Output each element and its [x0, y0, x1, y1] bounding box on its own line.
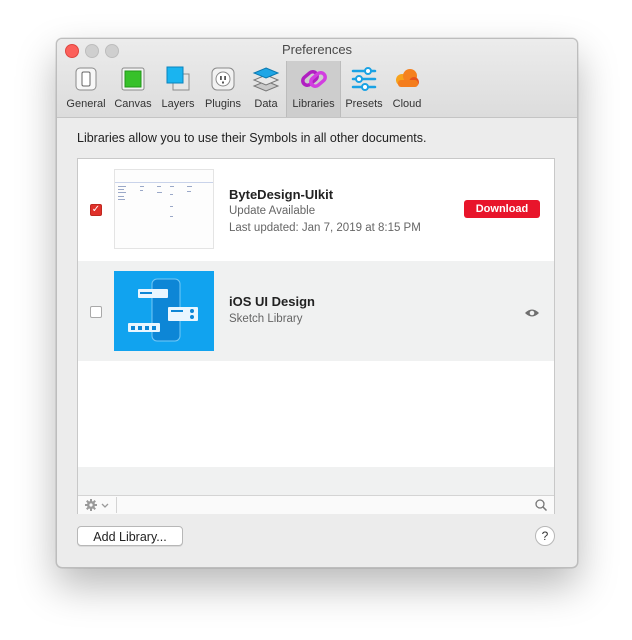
library-name: iOS UI Design: [229, 294, 315, 309]
tab-general[interactable]: General: [62, 61, 110, 117]
tab-data[interactable]: Data: [246, 61, 286, 117]
tab-plugins[interactable]: Plugins: [200, 61, 246, 117]
library-name: ByteDesign-UIkit: [229, 187, 334, 202]
window-title: Preferences: [281, 42, 353, 57]
eye-icon[interactable]: [524, 306, 540, 318]
add-library-button[interactable]: Add Library...: [77, 526, 183, 546]
library-row[interactable]: iOS UI Design Sketch Library: [78, 261, 554, 361]
canvas-icon: [119, 65, 147, 93]
tab-cloud[interactable]: Cloud: [387, 61, 427, 117]
layers-icon: [164, 65, 192, 93]
help-button[interactable]: ?: [535, 526, 555, 546]
presets-icon: [350, 65, 378, 93]
preferences-window: Preferences General Canvas Layers Plugin…: [56, 38, 578, 568]
library-status: Sketch Library: [229, 313, 303, 325]
cloud-icon: [393, 65, 421, 93]
preferences-toolbar: General Canvas Layers Plugins Data Libra…: [62, 61, 427, 117]
general-icon: [72, 65, 100, 93]
libraries-icon: [300, 65, 328, 93]
data-icon: [252, 65, 280, 93]
library-thumbnail: [114, 169, 214, 249]
library-last-updated: Last updated: Jan 7, 2019 at 8:15 PM: [229, 222, 421, 234]
libraries-description: Libraries allow you to use their Symbols…: [77, 131, 427, 145]
library-enabled-checkbox[interactable]: ✓: [90, 204, 102, 216]
libraries-list: ✓ ByteDesign-UIkit Update Available Last…: [77, 158, 555, 514]
plugins-icon: [209, 65, 237, 93]
title-bar: Preferences General Canvas Layers Plugin…: [57, 39, 577, 118]
tab-presets[interactable]: Presets: [341, 61, 387, 117]
library-status: Update Available: [229, 205, 316, 217]
list-empty-area: [78, 363, 554, 467]
list-footer-bar: [78, 495, 554, 514]
library-enabled-checkbox[interactable]: [90, 306, 102, 318]
library-thumbnail: [114, 271, 214, 351]
tab-canvas[interactable]: Canvas: [110, 61, 156, 117]
tab-libraries[interactable]: Libraries: [286, 61, 341, 117]
library-row[interactable]: ✓ ByteDesign-UIkit Update Available Last…: [78, 159, 554, 259]
tab-layers[interactable]: Layers: [156, 61, 200, 117]
search-icon[interactable]: [534, 498, 548, 512]
gear-icon[interactable]: [82, 497, 117, 513]
download-button[interactable]: Download: [464, 200, 540, 218]
list-empty-area-alt: [78, 467, 554, 495]
